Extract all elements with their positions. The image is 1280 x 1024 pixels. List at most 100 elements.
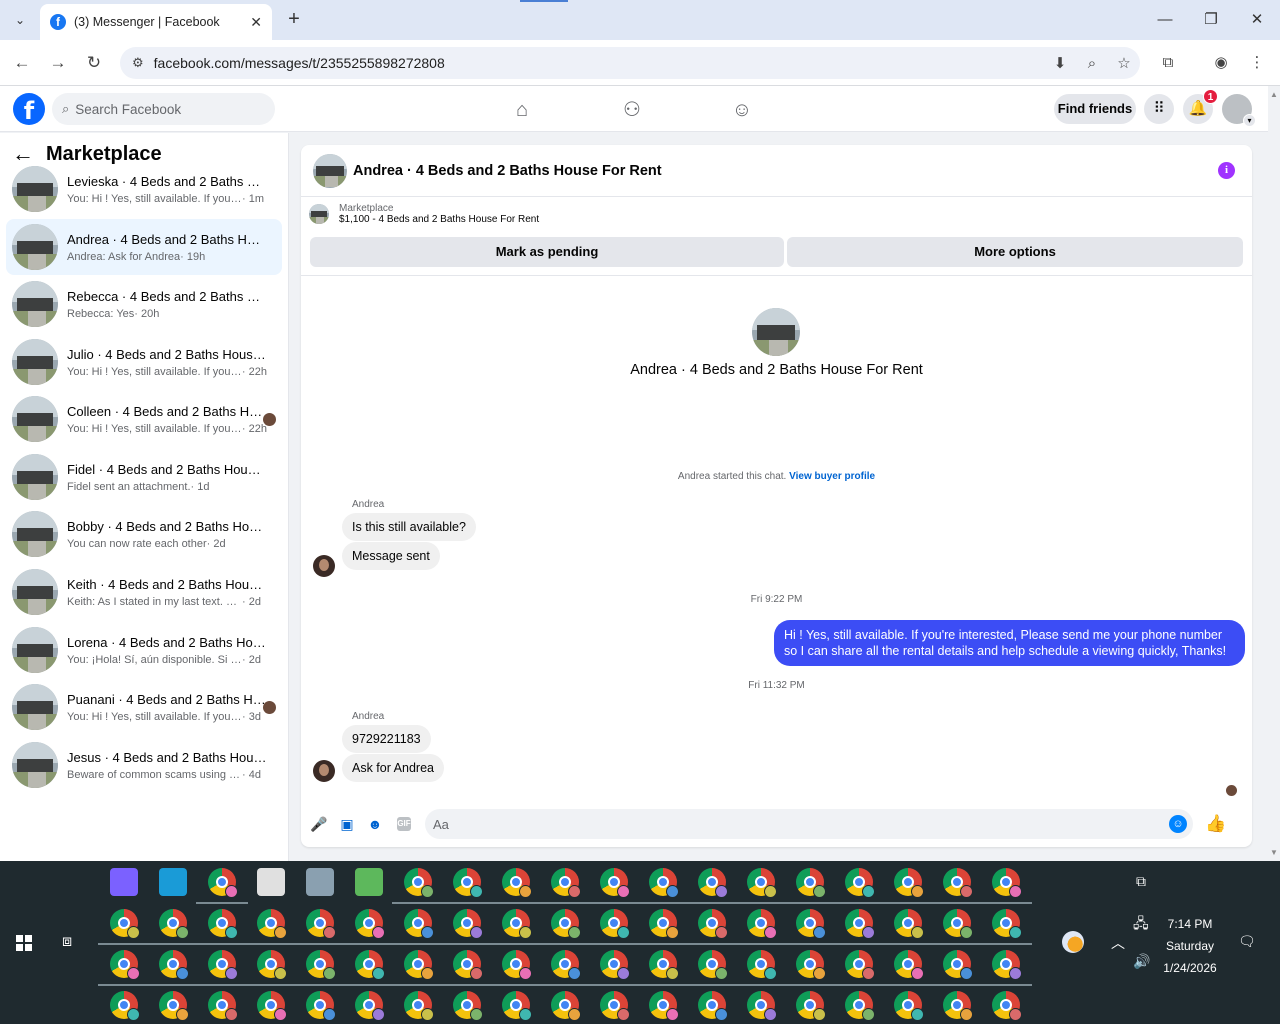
emoji-icon[interactable]: ☺ [1169,815,1187,833]
extensions-icon[interactable]: ⧉ [1157,52,1179,74]
more-options-button[interactable]: More options [787,237,1243,267]
conversation-item[interactable]: Colleen · 4 Beds and 2 Baths House For R… [6,391,282,447]
home-icon[interactable]: ⌂ [509,97,535,123]
chrome-profile-icon[interactable] [784,950,836,986]
photo-icon[interactable]: ▣ [337,814,357,834]
chrome-profile-icon[interactable] [343,950,395,986]
chrome-profile-icon[interactable] [980,909,1032,945]
chrome-profile-icon[interactable] [539,909,591,945]
scroll-up-icon[interactable]: ▲ [1270,90,1278,99]
gif-icon[interactable]: GIF [397,817,411,831]
chrome-profile-icon[interactable] [992,991,1022,1021]
conversation-item[interactable]: Keith · 4 Beds and 2 Baths House For Ren… [6,564,282,620]
page-scrollbar[interactable]: ▲ ▼ [1268,86,1280,861]
conversation-item[interactable]: Jesus · 4 Beds and 2 Baths House For Ren… [6,737,282,793]
conversation-item[interactable]: Rebecca · 4 Beds and 2 Baths House For R… [6,276,282,332]
message-bubble[interactable]: Is this still available? [342,513,476,541]
listing-summary[interactable]: Marketplace $1,100 - 4 Beds and 2 Baths … [309,203,539,225]
message-bubble[interactable]: Message sent [342,542,440,570]
conversation-item[interactable]: Fidel · 4 Beds and 2 Baths House For Ren… [6,449,282,505]
new-tab-button[interactable]: + [282,8,306,32]
chrome-profile-icon[interactable] [245,909,297,945]
chrome-profile-icon[interactable] [637,950,689,986]
network-icon[interactable]: 🖧 [1133,913,1149,937]
volume-icon[interactable]: 🔊 [1133,953,1150,970]
taskbar-app-icon[interactable] [110,868,138,896]
chrome-profile-icon[interactable] [784,909,836,945]
chrome-profile-icon[interactable] [208,991,238,1021]
conversation-item[interactable]: Levieska · 4 Beds and 2 Baths House For … [6,161,282,217]
url-text[interactable]: facebook.com/messages/t/2355255898272808 [154,55,1044,71]
screen-record-icon[interactable]: ⧉ [1136,873,1146,890]
chrome-profile-icon[interactable] [196,868,248,904]
chrome-profile-icon[interactable] [943,991,973,1021]
chrome-profile-icon[interactable] [98,909,150,945]
chrome-profile-icon[interactable] [833,868,885,904]
task-view-icon[interactable]: ⧈ [62,933,72,951]
conversation-item[interactable]: Andrea · 4 Beds and 2 Baths House For Re… [6,219,282,275]
chrome-profile-icon[interactable] [845,991,875,1021]
chrome-profile-icon[interactable] [833,950,885,986]
thumbs-up-icon[interactable]: 👍 [1205,814,1226,834]
conversation-item[interactable]: Julio · 4 Beds and 2 Baths House For Ren… [6,334,282,390]
chrome-profile-icon[interactable] [502,991,532,1021]
message-input[interactable] [433,816,1169,832]
friends-icon[interactable]: ⚇ [619,97,645,123]
chrome-profile-icon[interactable] [735,950,787,986]
windows-start-icon[interactable] [16,935,32,951]
chrome-profile-icon[interactable] [453,991,483,1021]
chrome-profile-icon[interactable] [784,868,836,904]
chrome-profile-icon[interactable] [833,909,885,945]
chrome-profile-icon[interactable] [294,909,346,945]
taskbar-app-icon[interactable] [306,868,334,896]
sticker-icon[interactable]: ☻ [365,814,385,834]
chrome-profile-icon[interactable] [539,950,591,986]
search-input[interactable] [75,101,246,117]
chrome-profile-icon[interactable] [392,868,444,904]
find-friends-button[interactable]: Find friends [1054,94,1136,124]
chrome-profile-icon[interactable] [110,991,140,1021]
forward-button[interactable]: → [45,50,71,76]
install-app-icon[interactable]: ⬇ [1044,54,1076,72]
chrome-profile-icon[interactable] [686,909,738,945]
bookmark-star-icon[interactable]: ☆ [1108,54,1140,72]
conversation-item[interactable]: Puanani · 4 Beds and 2 Baths House For R… [6,679,282,735]
chrome-profile-icon[interactable] [147,950,199,986]
chrome-profile-icon[interactable] [294,950,346,986]
chrome-profile-icon[interactable] [147,909,199,945]
weather-icon[interactable] [1062,931,1084,953]
microphone-icon[interactable]: 🎤 [309,814,329,834]
chrome-profile-icon[interactable] [343,909,395,945]
chrome-profile-icon[interactable] [490,868,542,904]
chat-title[interactable]: Andrea · 4 Beds and 2 Baths House For Re… [353,163,662,179]
tab-search-button[interactable]: ⌄ [8,8,32,32]
chrome-profile-icon[interactable] [980,950,1032,986]
chrome-profile-icon[interactable] [404,991,434,1021]
back-button[interactable]: ← [9,50,35,76]
chrome-profile-icon[interactable] [588,950,640,986]
browser-tab[interactable]: f (3) Messenger | Facebook ✕ [40,4,272,40]
info-icon[interactable]: i [1218,162,1235,179]
chrome-profile-icon[interactable] [392,950,444,986]
restore-button[interactable]: ❐ [1196,8,1226,32]
chrome-profile-icon[interactable] [159,991,189,1021]
chrome-profile-icon[interactable] [698,991,728,1021]
chrome-profile-icon[interactable] [637,868,689,904]
chat-listing-avatar[interactable] [313,153,347,188]
chrome-profile-icon[interactable] [355,991,385,1021]
view-buyer-profile-link[interactable]: View buyer profile [789,471,875,482]
account-avatar[interactable]: ▾ [1222,94,1256,127]
chrome-profile-icon[interactable] [931,950,983,986]
chrome-profile-icon[interactable] [796,991,826,1021]
message-input-box[interactable]: ☺ [425,809,1193,839]
chrome-profile-icon[interactable] [441,950,493,986]
chrome-profile-icon[interactable] [98,950,150,986]
chrome-profile-icon[interactable] [551,991,581,1021]
chrome-profile-icon[interactable] [306,991,336,1021]
chrome-profile-icon[interactable] [686,950,738,986]
omnibox[interactable]: ⚙ facebook.com/messages/t/23552558982728… [120,47,1140,79]
chrome-profile-icon[interactable] [894,991,924,1021]
notification-center-icon[interactable]: 🗨 [1238,933,1256,950]
chrome-profile-icon[interactable] [747,991,777,1021]
profile-icon[interactable]: ◉ [1210,52,1232,74]
